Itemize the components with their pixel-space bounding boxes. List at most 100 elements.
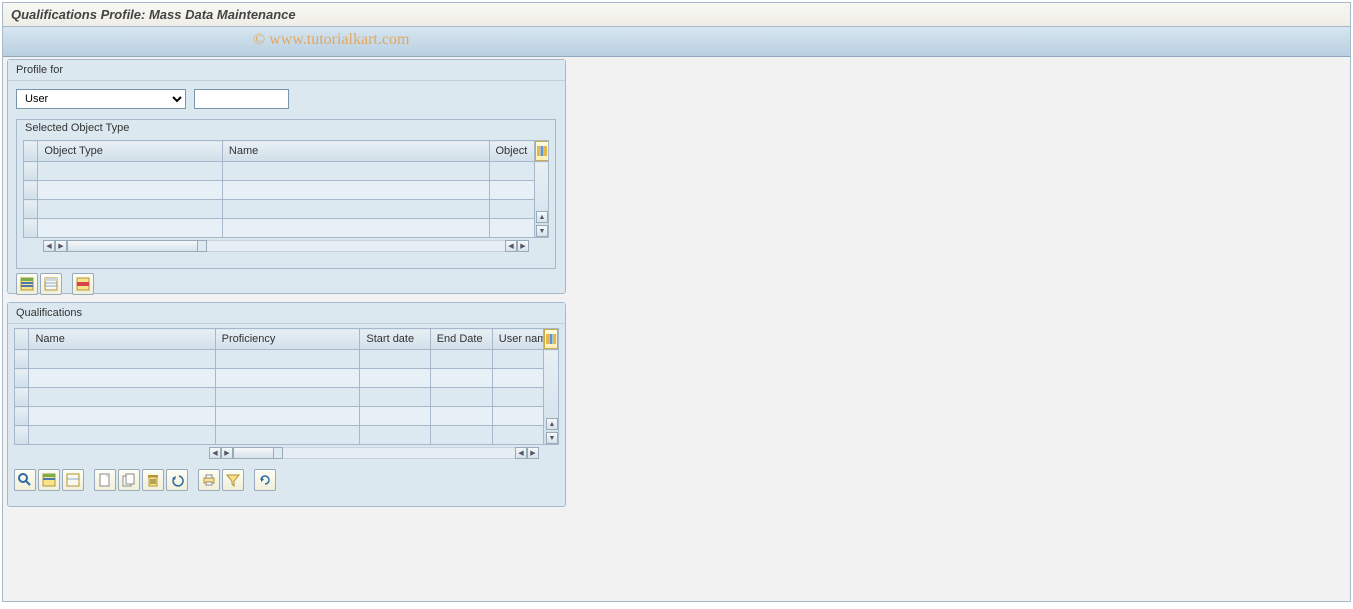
scroll-down-icon[interactable]: ▼ — [536, 225, 548, 237]
column-config-icon[interactable] — [535, 141, 549, 161]
scroll-down-icon[interactable]: ▼ — [546, 432, 558, 444]
col-config[interactable] — [534, 141, 548, 162]
cell[interactable] — [360, 388, 430, 407]
new-button[interactable] — [94, 469, 116, 491]
cell[interactable] — [29, 426, 215, 445]
scroll-track-right — [283, 447, 515, 459]
cell[interactable] — [430, 426, 492, 445]
scroll-right-icon[interactable]: ▶ — [527, 447, 539, 459]
corner-cell — [15, 329, 29, 350]
row-selector[interactable] — [15, 369, 29, 388]
row-selector[interactable] — [15, 388, 29, 407]
cell[interactable] — [489, 200, 534, 219]
cell[interactable] — [29, 350, 215, 369]
undo-button[interactable] — [166, 469, 188, 491]
qualifications-panel-label: Qualifications — [8, 303, 565, 324]
cell[interactable] — [38, 162, 223, 181]
cell[interactable] — [430, 369, 492, 388]
object-type-hscroll[interactable]: ◀ ▶ ◀ ▶ — [29, 240, 543, 252]
cell[interactable] — [215, 388, 360, 407]
cell[interactable] — [492, 407, 544, 426]
cell[interactable] — [430, 350, 492, 369]
col-qname[interactable]: Name — [29, 329, 215, 350]
scroll-left2-icon[interactable]: ◀ — [505, 240, 517, 252]
scroll-thumb[interactable] — [68, 241, 198, 251]
column-config-icon[interactable] — [544, 329, 558, 349]
col-user-name[interactable]: User nam — [492, 329, 544, 350]
col-proficiency[interactable]: Proficiency — [215, 329, 360, 350]
cell[interactable] — [215, 350, 360, 369]
cell[interactable] — [29, 369, 215, 388]
cell[interactable] — [489, 219, 534, 238]
cell[interactable] — [360, 350, 430, 369]
cell[interactable] — [492, 388, 544, 407]
col-start-date[interactable]: Start date — [360, 329, 430, 350]
cell[interactable] — [492, 369, 544, 388]
col-object[interactable]: Object — [489, 141, 534, 162]
scroll-left-icon[interactable]: ◀ — [43, 240, 55, 252]
cell[interactable] — [29, 407, 215, 426]
cell[interactable] — [38, 219, 223, 238]
cell[interactable] — [38, 181, 223, 200]
select-all-button[interactable] — [16, 273, 38, 295]
delete-button[interactable] — [142, 469, 164, 491]
cell[interactable] — [360, 407, 430, 426]
cell[interactable] — [222, 219, 489, 238]
cell[interactable] — [215, 407, 360, 426]
row-selector[interactable] — [15, 350, 29, 369]
col-object-type[interactable]: Object Type — [38, 141, 223, 162]
cell[interactable] — [360, 426, 430, 445]
refresh-button[interactable] — [254, 469, 276, 491]
row-selector[interactable] — [15, 426, 29, 445]
cell[interactable] — [489, 181, 534, 200]
print-button[interactable] — [198, 469, 220, 491]
col-end-date[interactable]: End Date — [430, 329, 492, 350]
scroll-track[interactable] — [67, 240, 207, 252]
row-selector[interactable] — [15, 407, 29, 426]
row-selector[interactable] — [24, 162, 38, 181]
filter-button[interactable] — [222, 469, 244, 491]
vscroll[interactable]: ▲▼ — [534, 162, 548, 238]
col-config[interactable] — [544, 329, 559, 350]
deselect-all-button[interactable] — [40, 273, 62, 295]
cell[interactable] — [222, 200, 489, 219]
cell[interactable] — [38, 200, 223, 219]
cell[interactable] — [492, 350, 544, 369]
cell[interactable] — [360, 369, 430, 388]
select-all-button[interactable] — [38, 469, 60, 491]
col-name[interactable]: Name — [222, 141, 489, 162]
profile-for-input[interactable] — [194, 89, 289, 109]
scroll-right-inner-icon[interactable]: ▶ — [221, 447, 233, 459]
scroll-right-inner-icon[interactable]: ▶ — [55, 240, 67, 252]
scroll-up-icon[interactable]: ▲ — [546, 418, 558, 430]
row-selector[interactable] — [24, 200, 38, 219]
qualifications-grid: Name Proficiency Start date End Date Use… — [14, 328, 559, 445]
profile-for-select[interactable]: User — [16, 89, 186, 109]
scroll-thumb[interactable] — [234, 448, 274, 458]
vscroll[interactable]: ▲▼ — [544, 350, 559, 445]
row-selector[interactable] — [24, 181, 38, 200]
scroll-up-icon[interactable]: ▲ — [536, 211, 548, 223]
qualifications-hscroll[interactable]: ◀ ▶ ◀ ▶ — [209, 447, 553, 459]
cell[interactable] — [29, 388, 215, 407]
content-area: Profile for User Selected Object Type — [3, 57, 1350, 517]
copy-button[interactable] — [118, 469, 140, 491]
corner-cell — [24, 141, 38, 162]
deselect-all-button[interactable] — [62, 469, 84, 491]
cell[interactable] — [430, 388, 492, 407]
scroll-right-icon[interactable]: ▶ — [517, 240, 529, 252]
scroll-track[interactable] — [233, 447, 283, 459]
delete-row-button[interactable] — [72, 273, 94, 295]
cell[interactable] — [215, 369, 360, 388]
scroll-left-icon[interactable]: ◀ — [209, 447, 221, 459]
scroll-left2-icon[interactable]: ◀ — [515, 447, 527, 459]
cell[interactable] — [222, 162, 489, 181]
cell[interactable] — [489, 162, 534, 181]
detail-button[interactable] — [14, 469, 36, 491]
cell[interactable] — [222, 181, 489, 200]
row-selector[interactable] — [24, 219, 38, 238]
cell[interactable] — [215, 426, 360, 445]
profile-panel-body: User Selected Object Type — [8, 81, 565, 311]
cell[interactable] — [492, 426, 544, 445]
cell[interactable] — [430, 407, 492, 426]
